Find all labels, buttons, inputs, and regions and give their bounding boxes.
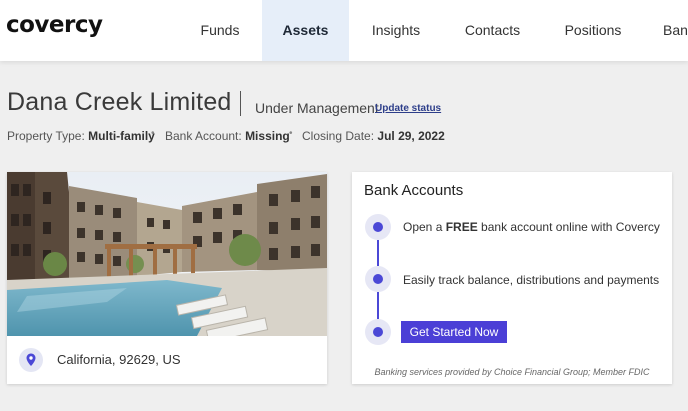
closing-date: Closing Date: Jul 29, 2022 bbox=[302, 129, 445, 143]
page-title: Dana Creek Limited bbox=[7, 88, 232, 116]
step-indicator-icon bbox=[365, 214, 391, 240]
step-track-balance: Easily track balance, distributions and … bbox=[403, 273, 660, 287]
top-navbar: covercy Funds Assets Insights Contacts P… bbox=[0, 0, 688, 61]
map-pin-icon bbox=[19, 348, 43, 372]
nav-assets[interactable]: Assets bbox=[262, 0, 349, 61]
nav-funds[interactable]: Funds bbox=[184, 0, 256, 61]
title-divider bbox=[240, 91, 241, 116]
nav-contacts[interactable]: Contacts bbox=[450, 0, 535, 61]
property-location: California, 92629, US bbox=[57, 352, 181, 367]
nav-insights[interactable]: Insights bbox=[355, 0, 437, 61]
covercy-logo[interactable]: covercy bbox=[6, 12, 103, 38]
update-status-link[interactable]: Update status bbox=[375, 103, 441, 114]
get-started-button[interactable]: Get Started Now bbox=[401, 321, 507, 343]
property-photo-illustration bbox=[7, 172, 327, 336]
bank-accounts-title: Bank Accounts bbox=[364, 182, 464, 199]
step-indicator-icon bbox=[365, 319, 391, 345]
step-connector bbox=[377, 292, 379, 319]
closing-date-label: Closing Date: bbox=[302, 129, 375, 143]
property-card: California, 92629, US bbox=[7, 172, 327, 384]
property-photo bbox=[7, 172, 327, 336]
property-type-value: Multi-family bbox=[88, 129, 155, 143]
bank-account-status: Bank Account: Missing bbox=[165, 129, 290, 143]
property-type: Property Type: Multi-family bbox=[7, 129, 155, 143]
nav-positions[interactable]: Positions bbox=[553, 0, 633, 61]
location-row: California, 92629, US bbox=[7, 336, 327, 384]
bank-account-label: Bank Account: bbox=[165, 129, 242, 143]
property-type-label: Property Type: bbox=[7, 129, 85, 143]
management-status: Under Management bbox=[255, 100, 379, 116]
step-indicator-icon bbox=[365, 266, 391, 292]
closing-date-value: Jul 29, 2022 bbox=[377, 129, 445, 143]
step-open-account: Open a FREE bank account online with Cov… bbox=[403, 220, 660, 234]
step-open-suffix: bank account online with Covercy bbox=[477, 220, 660, 234]
step-open-prefix: Open a bbox=[403, 220, 446, 234]
meta-separator: • bbox=[151, 128, 155, 139]
bank-account-value: Missing bbox=[245, 129, 290, 143]
bank-accounts-card: Bank Accounts Open a FREE bank account o… bbox=[352, 172, 672, 384]
banking-disclaimer: Banking services provided by Choice Fina… bbox=[374, 367, 650, 377]
step-open-free: FREE bbox=[445, 220, 478, 234]
step-connector bbox=[377, 240, 379, 266]
meta-separator: • bbox=[289, 128, 293, 139]
nav-banking[interactable]: Ban bbox=[663, 0, 688, 61]
